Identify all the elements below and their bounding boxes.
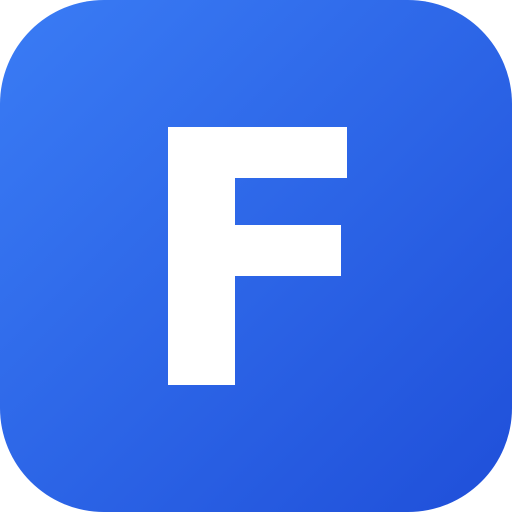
app-icon: F <box>0 0 512 512</box>
letter-f-glyph: F <box>168 127 347 385</box>
